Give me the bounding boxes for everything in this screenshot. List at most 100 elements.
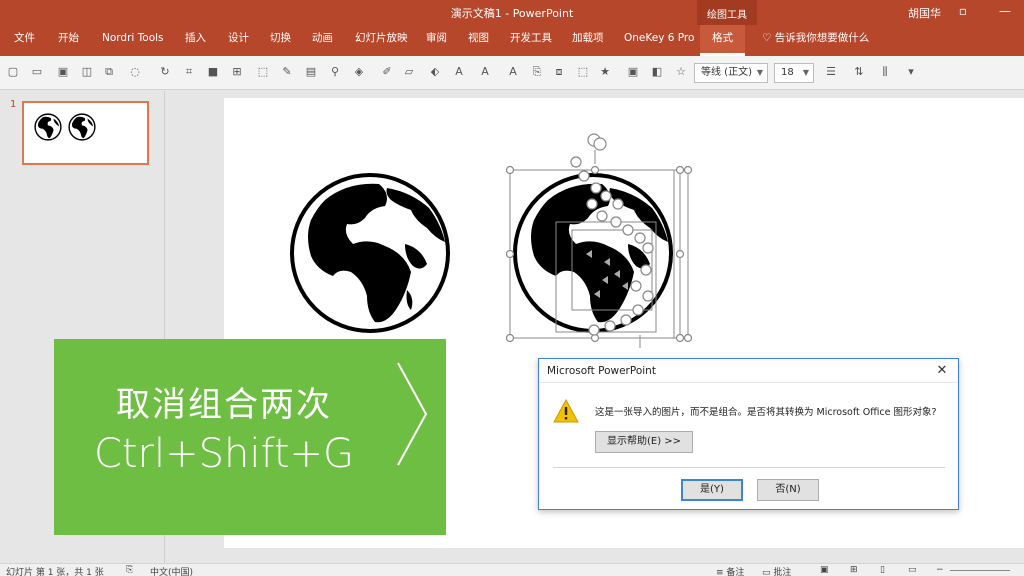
font-color-icon[interactable]: A [452,65,466,79]
copy-icon[interactable]: ⎘ [530,65,544,79]
favorite-icon[interactable]: ☆ [674,65,688,79]
close-icon[interactable]: ✕ [934,363,950,378]
format-painter-icon[interactable]: ✎ [280,65,294,79]
normal-view-icon[interactable]: ▣ [820,565,829,575]
context-tab-group-label: 绘图工具 [697,0,757,25]
slide-thumbnail[interactable] [22,101,149,165]
banner-title: 取消组合两次 [116,385,332,425]
selection-handles[interactable] [506,130,696,350]
tab-animations[interactable]: 动画 [312,25,333,56]
video-icon[interactable]: ■ [206,65,220,79]
group-icon[interactable]: ⧈ [552,65,566,79]
tab-onekey[interactable]: OneKey 6 Pro [624,25,694,56]
chevron-right-icon [397,362,428,466]
status-bar: 幻灯片 第 1 张，共 1 张 ⎘ 中文(中国) ≡ 备注 ▭ 批注 ▣ ⊞ ▯… [0,563,1024,576]
no-button[interactable]: 否(N) [757,479,819,501]
zoom-out-icon[interactable]: − [936,565,944,575]
new-slide-icon[interactable]: ▭ [30,65,44,79]
eyedropper-icon[interactable]: ⚲ [328,65,342,79]
slide-number: 1 [10,99,17,110]
yes-button[interactable]: 是(Y) [681,479,743,501]
notes-icon: ≡ [716,568,727,576]
tab-slideshow[interactable]: 幻灯片放映 [355,25,408,56]
warning-icon [553,399,579,423]
tell-me-label: 告诉我你想要做什么 [774,32,870,44]
quick-toolbar: ▢ ▭ ▣ ◫ ⧉ ◌ ↻ ⌗ ■ ⊞ ⬚ ✎ ▤ ⚲ ◈ ✐ ▱ ⬖ A A … [0,56,1024,90]
slideshow-view-icon[interactable]: ▭ [908,565,917,575]
text-direction-icon[interactable]: ⇅ [852,65,866,79]
zoom-slider[interactable] [950,570,1010,571]
tab-format[interactable]: 格式 [700,25,745,56]
tab-review[interactable]: 审阅 [426,25,447,56]
dialog-divider [553,467,945,468]
language-status[interactable]: 中文(中国) [150,565,193,576]
tab-file[interactable]: 文件 [14,25,35,56]
select-icon[interactable]: ⬚ [256,65,270,79]
slide-count-status: 幻灯片 第 1 张，共 1 张 [6,568,104,576]
comments-button[interactable]: ▭ 批注 [762,565,791,576]
crop-icon[interactable]: ⌗ [182,65,196,79]
tell-me-search[interactable]: ♡ 告诉我你想要做什么 [762,25,869,52]
convert-picture-dialog: Microsoft PowerPoint ✕ 这是一张导入的图片，而不是组合。是… [538,358,959,510]
arrange-icon[interactable]: ⧉ [102,65,116,79]
effects-icon[interactable]: ⬖ [428,65,442,79]
tab-view[interactable]: 视图 [468,25,489,56]
highlight-icon[interactable]: A [478,65,492,79]
comment-icon: ▭ [762,568,774,576]
show-help-button[interactable]: 显示帮助(E) >> [595,431,693,453]
layout-icon[interactable]: ▣ [56,65,70,79]
window-title: 演示文稿1 - PowerPoint [450,7,574,20]
frame-icon[interactable]: ◧ [650,65,664,79]
instruction-banner: 取消组合两次 Ctrl+Shift+G [54,339,446,535]
new-file-icon[interactable]: ▢ [6,65,20,79]
chevron-down-icon: ▼ [756,68,763,77]
notes-label: 备注 [726,568,745,576]
font-name-value: 等线 (正文) [701,67,752,78]
restore-icon[interactable]: ▫ [952,4,974,18]
align-text-icon[interactable]: ⫼ [878,65,892,79]
banner-shortcut: Ctrl+Shift+G [93,431,355,477]
tab-transitions[interactable]: 切换 [270,25,291,56]
dialog-body: 这是一张导入的图片，而不是组合。是否将其转换为 Microsoft Office… [539,383,958,509]
pen-icon[interactable]: ✐ [380,65,394,79]
notes-button[interactable]: ≡ 备注 [716,565,744,576]
font-name-select[interactable]: 等线 (正文) ▼ [694,63,768,83]
picture-icon[interactable]: ▣ [626,65,640,79]
chevron-down-icon: ▼ [802,68,809,77]
text-effect-icon[interactable]: A [506,65,520,79]
shape-icon[interactable]: ◫ [80,65,94,79]
globe-thumb-icon [68,113,96,141]
globe-image[interactable] [287,172,453,334]
tab-addins[interactable]: 加载项 [572,25,604,56]
globe-thumb-icon [34,113,62,141]
powerpoint-window: 演示文稿1 - PowerPoint 绘图工具 胡国华 ▫ — 文件 开始 No… [0,0,1024,576]
more-icon[interactable]: ▾ [904,65,918,79]
lightbulb-icon: ♡ [762,32,775,44]
comments-label: 批注 [773,568,792,576]
fill-color-icon[interactable]: ◈ [352,65,366,79]
align-icon[interactable]: ⊞ [230,65,244,79]
dialog-title: Microsoft PowerPoint [539,359,958,383]
font-size-value: 18 [781,67,794,78]
image-icon[interactable]: ▤ [304,65,318,79]
tab-design[interactable]: 设计 [228,25,249,56]
user-name[interactable]: 胡国华 [908,5,941,21]
minimize-icon[interactable]: — [994,4,1016,18]
dialog-message: 这是一张导入的图片，而不是组合。是否将其转换为 Microsoft Office… [595,407,937,418]
tab-insert[interactable]: 插入 [185,25,206,56]
tab-developer[interactable]: 开发工具 [510,25,552,56]
tab-nordri-tools[interactable]: Nordri Tools [102,25,164,56]
title-bar: 演示文稿1 - PowerPoint 绘图工具 胡国华 ▫ — [0,0,1024,25]
slide-sorter-icon[interactable]: ⊞ [850,565,858,575]
tab-home[interactable]: 开始 [58,25,79,56]
refresh-icon[interactable]: ↻ [158,65,172,79]
arrange-objects-icon[interactable]: ⬚ [576,65,590,79]
rotate-icon[interactable]: ◌ [128,65,142,79]
reading-view-icon[interactable]: ▯ [880,565,885,575]
outline-color-icon[interactable]: ▱ [402,65,416,79]
font-size-select[interactable]: 18 ▼ [774,63,814,83]
spellcheck-icon[interactable]: ⎘ [126,565,133,575]
line-spacing-icon[interactable]: ☰ [824,65,838,79]
ribbon-tabs: 文件 开始 Nordri Tools 插入 设计 切换 动画 幻灯片放映 审阅 … [0,25,1024,56]
star-icon[interactable]: ★ [598,65,612,79]
